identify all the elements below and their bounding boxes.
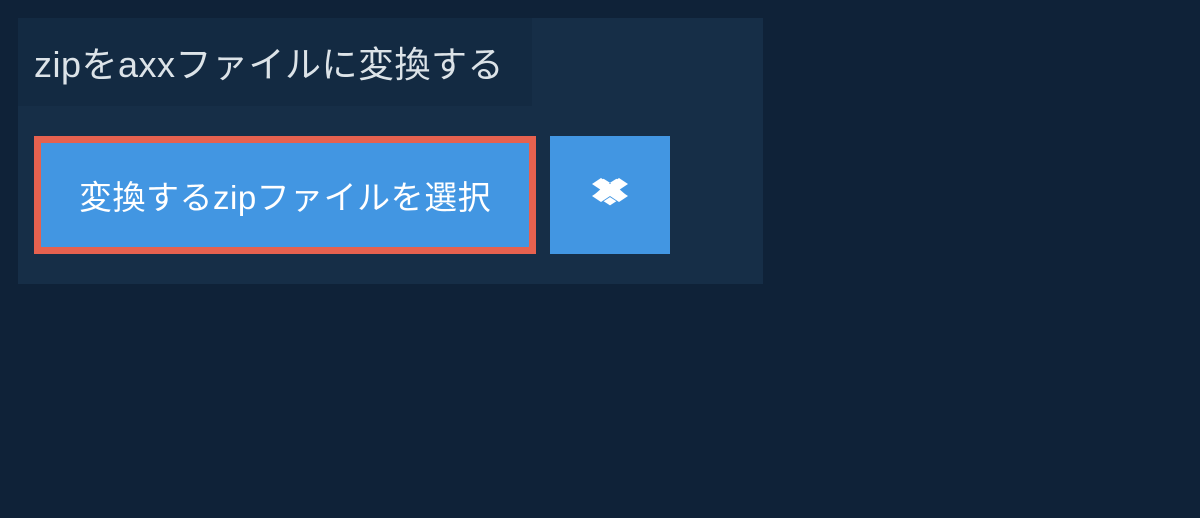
select-file-label: 変換するzipファイルを選択: [79, 171, 491, 219]
dropbox-icon: [592, 175, 628, 216]
dropbox-button[interactable]: [550, 136, 670, 254]
select-file-button[interactable]: 変換するzipファイルを選択: [34, 136, 536, 254]
button-row: 変換するzipファイルを選択: [34, 136, 763, 254]
title-block: zipをaxxファイルに変換する: [18, 18, 532, 106]
conversion-panel: zipをaxxファイルに変換する 変換するzipファイルを選択: [18, 18, 763, 284]
page-title: zipをaxxファイルに変換する: [34, 36, 504, 88]
